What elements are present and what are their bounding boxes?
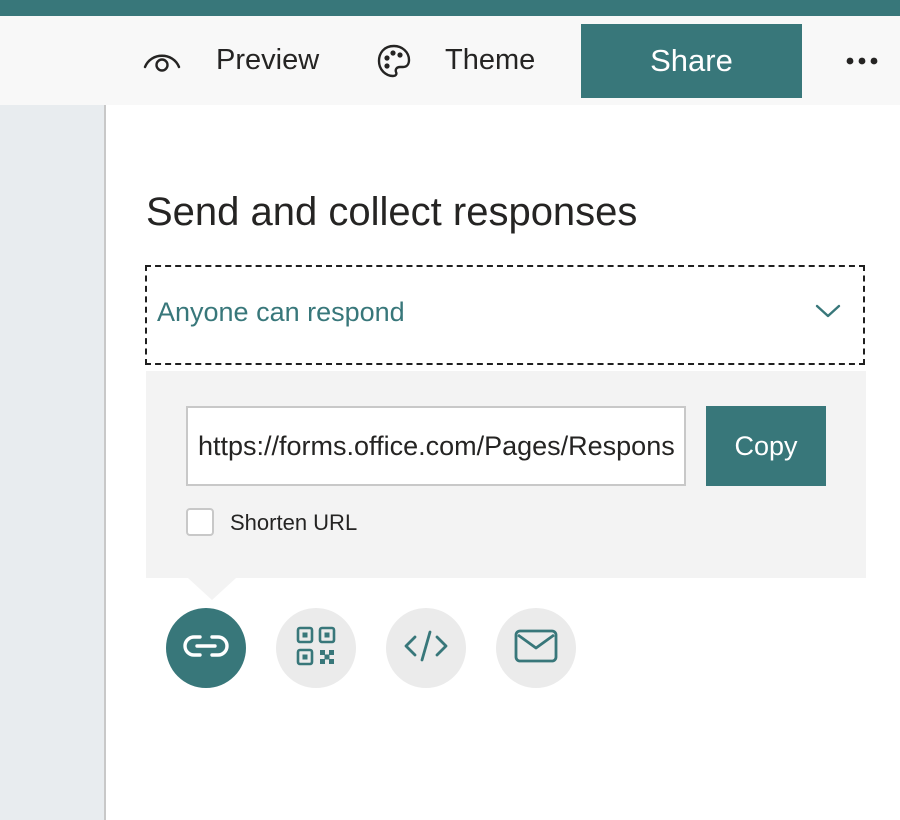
chevron-down-icon — [815, 303, 841, 324]
audience-value: Anyone can respond — [157, 297, 405, 327]
share-qr-code-button[interactable] — [276, 608, 356, 688]
code-icon — [404, 630, 448, 667]
more-options-button[interactable] — [840, 16, 884, 105]
mail-icon — [514, 629, 558, 668]
palette-icon — [376, 43, 412, 79]
preview-label: Preview — [216, 44, 320, 76]
share-link-button[interactable] — [166, 608, 246, 688]
audience-dropdown[interactable]: Anyone can respond — [145, 265, 865, 365]
shorten-url-label: Shorten URL — [230, 510, 358, 535]
copy-button[interactable]: Copy — [706, 406, 826, 486]
share-button[interactable]: Share — [581, 24, 802, 98]
share-email-button[interactable] — [496, 608, 576, 688]
share-panel-title: Send and collect responses — [146, 190, 638, 234]
qr-code-icon — [296, 626, 336, 671]
share-embed-button[interactable] — [386, 608, 466, 688]
eye-icon — [143, 48, 181, 74]
toolbar: Preview Theme Share — [0, 16, 900, 105]
preview-button[interactable]: Preview — [143, 16, 319, 105]
panel-pointer — [188, 578, 236, 600]
link-icon — [182, 634, 230, 663]
share-url-input[interactable] — [186, 406, 686, 486]
more-horizontal-icon — [845, 56, 879, 66]
shorten-url-checkbox[interactable] — [186, 508, 214, 536]
top-accent-bar — [0, 0, 900, 16]
theme-button[interactable]: Theme — [376, 16, 535, 105]
link-share-panel: Copy Shorten URL — [146, 371, 866, 578]
left-pane — [0, 105, 106, 820]
theme-label: Theme — [445, 44, 536, 76]
